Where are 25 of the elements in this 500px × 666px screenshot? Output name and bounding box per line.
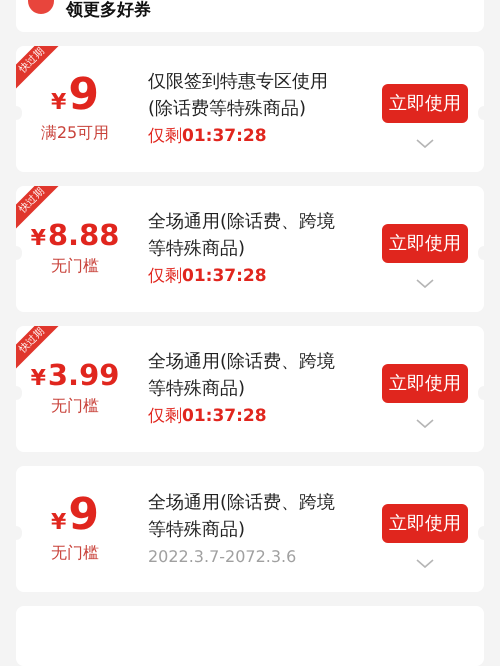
validity-date: 2022.3.7-2072.3.6 xyxy=(148,546,298,568)
chevron-down-icon[interactable] xyxy=(416,418,434,428)
use-now-button[interactable]: 立即使用 xyxy=(382,364,468,402)
coupon-condition: 无门槛 xyxy=(51,254,99,276)
coupon-amount: ¥8.88 xyxy=(30,220,120,250)
countdown-text: 仅剩01:37:28 xyxy=(148,125,268,148)
header-title: 领更多好券 xyxy=(66,0,151,20)
use-now-button[interactable]: 立即使用 xyxy=(382,224,468,262)
coupon-condition: 无门槛 xyxy=(51,542,99,564)
coupon-amount: ¥9 xyxy=(51,73,99,117)
countdown-text: 仅剩01:37:28 xyxy=(148,405,268,428)
use-now-button[interactable]: 立即使用 xyxy=(382,504,468,542)
coupon-description: 全场通用(除话费、跨境等特殊商品) xyxy=(148,210,336,262)
use-now-button[interactable]: 立即使用 xyxy=(382,84,468,122)
coupon-amount: ¥3.99 xyxy=(30,360,120,390)
chevron-down-icon[interactable] xyxy=(416,278,434,288)
countdown-text: 仅剩01:37:28 xyxy=(148,265,268,288)
chevron-down-icon[interactable] xyxy=(416,558,434,568)
coupon-description: 全场通用(除话费、跨境等特殊商品) xyxy=(148,350,336,402)
coupon-description: 全场通用(除话费、跨境等特殊商品) xyxy=(148,491,336,542)
coupon-amount: ¥9 xyxy=(51,493,99,537)
chevron-down-icon[interactable] xyxy=(416,138,434,148)
coupon-description: 仅限签到特惠专区使用(除话费等特殊商品) xyxy=(148,70,329,122)
coupon-condition: 无门槛 xyxy=(51,394,99,416)
coupon-condition: 满25可用 xyxy=(40,122,110,144)
